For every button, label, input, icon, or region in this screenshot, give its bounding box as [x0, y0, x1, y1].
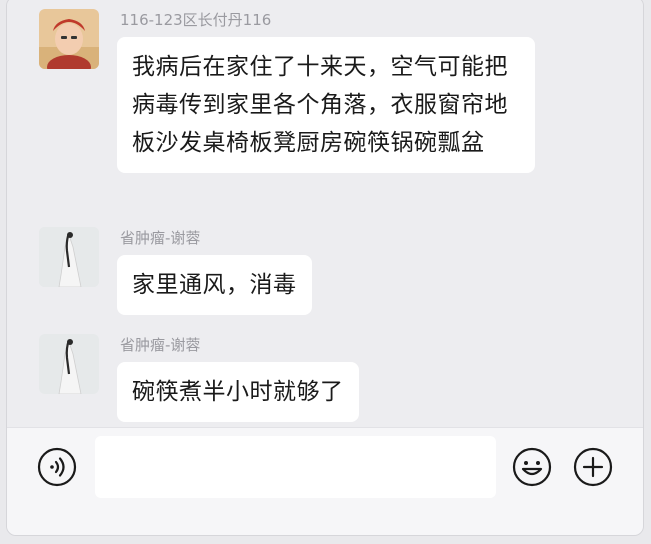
sender-name: 省肿瘤-谢蓉: [120, 229, 201, 247]
message-bubble[interactable]: 家里通风，消毒: [117, 255, 312, 315]
voice-button[interactable]: [37, 447, 77, 487]
emoji-button[interactable]: [512, 447, 552, 487]
message-bubble[interactable]: 碗筷煮半小时就够了: [117, 362, 359, 422]
message-bubble[interactable]: 我病后在家住了十来天，空气可能把病毒传到家里各个角落，衣服窗帘地板沙发桌椅板凳厨…: [117, 37, 535, 173]
chat-window: 116-123区长付丹116 我病后在家住了十来天，空气可能把病毒传到家里各个角…: [6, 0, 644, 536]
plus-icon: [573, 447, 613, 487]
sender-name: 116-123区长付丹116: [120, 11, 272, 29]
sender-name: 省肿瘤-谢蓉: [120, 336, 201, 354]
message-list[interactable]: 116-123区长付丹116 我病后在家住了十来天，空气可能把病毒传到家里各个角…: [7, 0, 643, 427]
input-bar: [7, 427, 643, 535]
avatar[interactable]: [39, 9, 99, 69]
avatar[interactable]: [39, 227, 99, 287]
message-input[interactable]: [95, 436, 496, 498]
emoji-icon: [512, 447, 552, 487]
more-button[interactable]: [573, 447, 613, 487]
avatar[interactable]: [39, 334, 99, 394]
voice-icon: [37, 447, 77, 487]
